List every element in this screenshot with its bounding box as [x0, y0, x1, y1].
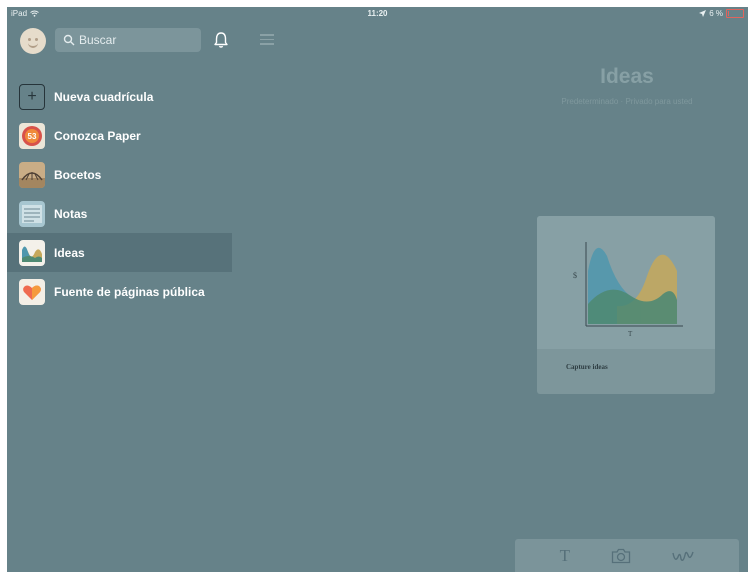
notes-cover-icon: [19, 200, 45, 227]
battery-percent: 6 %: [709, 9, 723, 18]
heart-cover-icon: [19, 278, 45, 305]
status-bar: iPad 11:20 6 %: [7, 7, 748, 21]
sidebar-item-label: Conozca Paper: [54, 128, 141, 143]
space-subtitle: Predeterminado · Privado para usted: [561, 97, 693, 106]
search-placeholder: Buscar: [79, 33, 117, 47]
thumb-y-label: $: [573, 271, 577, 280]
ideas-cover-icon: [19, 239, 45, 266]
draw-tool-icon[interactable]: [672, 549, 695, 563]
app-screen: iPad 11:20 6 % Buscar + Nueva cuadrícula…: [7, 7, 748, 572]
capture-ideas-illustration: $ T: [573, 242, 683, 338]
sidebar-item-label: Notas: [54, 206, 88, 221]
sketch-cover-icon: [19, 161, 45, 188]
sidebar-item-fuente-publica[interactable]: Fuente de páginas pública: [7, 272, 232, 311]
sidebar-item-ideas[interactable]: Ideas: [7, 233, 232, 272]
sidebar-item-notas[interactable]: Notas: [7, 194, 232, 233]
page-card[interactable]: $ T Capture ideas: [537, 216, 715, 394]
sidebar-list: + Nueva cuadrícula 53 Conozca Paper Boce…: [7, 77, 232, 311]
text-tool-icon[interactable]: T: [560, 546, 570, 566]
paper-badge-number: 53: [28, 132, 37, 141]
notifications-bell-icon[interactable]: [213, 31, 229, 49]
location-arrow-icon: [699, 10, 707, 17]
status-clock: 11:20: [367, 9, 388, 18]
battery-icon: [726, 9, 744, 18]
page-card-caption: Capture ideas: [566, 363, 608, 371]
bottom-toolbar: T: [515, 539, 739, 572]
sidebar-item-new-grid[interactable]: + Nueva cuadrícula: [7, 77, 232, 116]
sidebar-item-label: Ideas: [54, 245, 85, 260]
sidebar-item-conozca-paper[interactable]: 53 Conozca Paper: [7, 116, 232, 155]
profile-avatar[interactable]: [20, 28, 46, 54]
search-field[interactable]: Buscar: [55, 28, 201, 52]
sidebar-item-label: Nueva cuadrícula: [54, 89, 154, 104]
thumb-x-label: T: [628, 330, 633, 338]
text-tool-glyph: T: [559, 545, 570, 565]
search-icon: [63, 34, 75, 46]
camera-icon[interactable]: [611, 548, 631, 564]
hamburger-menu-icon[interactable]: [260, 34, 274, 45]
plus-icon: +: [19, 83, 45, 110]
sidebar-item-label: Bocetos: [54, 167, 102, 182]
paper-badge-icon: 53: [19, 122, 45, 149]
space-title: Ideas: [600, 65, 654, 88]
status-right: 6 %: [699, 9, 744, 18]
sidebar-item-bocetos[interactable]: Bocetos: [7, 155, 232, 194]
page-card-thumbnail: $ T: [537, 216, 715, 349]
avatar-mouth: [28, 41, 38, 48]
sidebar-item-label: Fuente de páginas pública: [54, 284, 205, 299]
